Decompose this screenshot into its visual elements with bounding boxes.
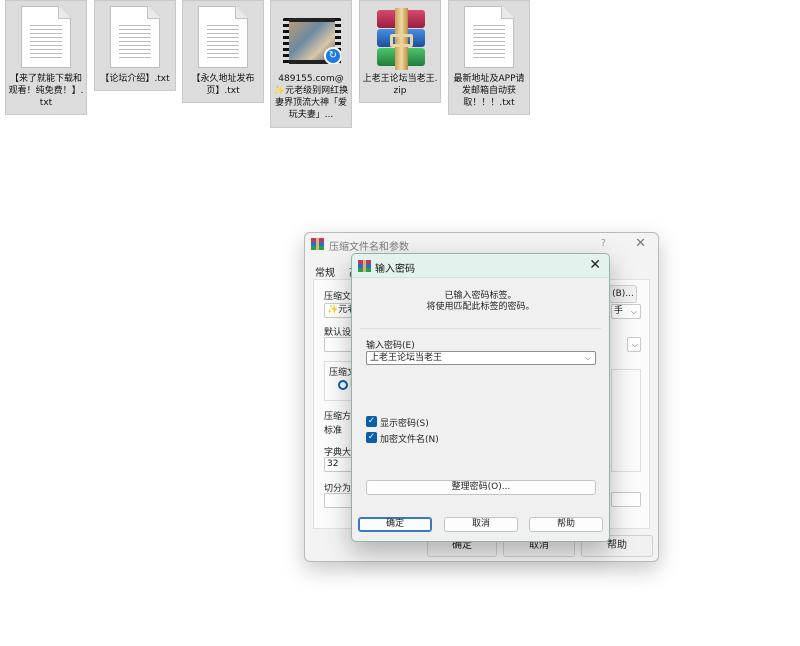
- file-label: 489155.com@✨元老级别网红换妻界顶流大神「爱玩夫妻」...: [273, 74, 349, 120]
- file-txt-download-free[interactable]: 【来了就能下载和观看！纯免费！】.txt: [5, 0, 87, 115]
- file-zip-archive[interactable]: 上老王论坛当老王.zip: [359, 0, 441, 103]
- show-password-label: 显示密码(S): [380, 419, 429, 429]
- file-txt-permanent-address[interactable]: 【永久地址发布页】.txt: [182, 0, 264, 103]
- file-txt-latest-address[interactable]: 最新地址及APP请发邮箱自动获取！！！.txt: [448, 0, 530, 115]
- txt-file-icon: [198, 6, 248, 68]
- tab-general[interactable]: 常规: [315, 264, 335, 279]
- organize-passwords-button[interactable]: 整理密码(O)...: [366, 480, 596, 495]
- dictionary-field[interactable]: 32: [324, 457, 354, 472]
- video-file-icon: ↻: [283, 6, 341, 68]
- password-dialog-title: 输入密码: [375, 264, 415, 275]
- close-icon[interactable]: ✕: [589, 257, 601, 273]
- desktop: 【来了就能下载和观看！纯免费！】.txt 【论坛介绍】.txt 【永久地址发布页…: [0, 0, 800, 646]
- winrar-icon: [358, 260, 371, 272]
- file-label: 【来了就能下载和观看！纯免费！】.txt: [8, 74, 84, 108]
- file-video[interactable]: ↻ 489155.com@✨元老级别网红换妻界顶流大神「爱玩夫妻」...: [270, 0, 352, 128]
- options-group: [611, 369, 641, 472]
- password-match-message: 将使用匹配此标签的密码。: [426, 302, 535, 312]
- password-dialog-titlebar: 输入密码 ✕: [352, 254, 609, 278]
- enter-password-dialog: 输入密码 ✕ 已输入密码标签。 将使用匹配此标签的密码。 输入密码(E) 上老王…: [351, 253, 610, 542]
- archive-name-field[interactable]: ✨元老: [324, 303, 354, 318]
- show-password-checkbox[interactable]: ✓: [366, 416, 377, 427]
- file-label: 【论坛介绍】.txt: [100, 74, 170, 84]
- sync-badge-icon: ↻: [324, 47, 341, 64]
- chevron-down-icon[interactable]: ⌵: [585, 352, 591, 364]
- update-mode-value: 手: [614, 306, 624, 316]
- divider: [360, 328, 601, 329]
- browse-button[interactable]: (B)...: [609, 285, 637, 303]
- txt-file-icon: [464, 6, 514, 68]
- method-value[interactable]: 标准: [324, 423, 342, 436]
- chevron-down-icon: ⌵: [631, 340, 638, 349]
- file-label: 最新地址及APP请发邮箱自动获取！！！.txt: [453, 74, 525, 108]
- encrypt-filenames-label: 加密文件名(N): [380, 435, 439, 445]
- file-label: 上老王论坛当老王.zip: [362, 74, 438, 96]
- winrar-icon: [311, 238, 324, 250]
- password-label: 输入密码(E): [366, 341, 415, 351]
- update-mode-select[interactable]: 手 ⌵: [611, 304, 641, 319]
- profile-select[interactable]: ⌵: [627, 337, 641, 352]
- format-radio[interactable]: [338, 380, 348, 390]
- help-icon[interactable]: ?: [601, 238, 606, 249]
- help-button[interactable]: 帮助: [529, 517, 603, 532]
- encrypt-filenames-checkbox[interactable]: ✓: [366, 432, 377, 443]
- password-value: 上老王论坛当老王: [370, 353, 443, 363]
- chevron-down-icon: ⌵: [630, 307, 637, 316]
- file-txt-forum-intro[interactable]: 【论坛介绍】.txt: [94, 0, 176, 91]
- file-label: 【永久地址发布页】.txt: [191, 74, 255, 96]
- split-unit-field[interactable]: [611, 492, 641, 507]
- close-icon[interactable]: ✕: [635, 236, 646, 251]
- winrar-archive-icon: [375, 6, 425, 70]
- split-field[interactable]: [324, 493, 354, 508]
- archive-dialog-title: 压缩文件名和参数: [329, 242, 409, 253]
- archive-dialog-titlebar: 压缩文件名和参数 ? ✕: [305, 233, 658, 255]
- profile-field[interactable]: [324, 337, 354, 352]
- txt-file-icon: [21, 6, 71, 68]
- password-combobox[interactable]: 上老王论坛当老王 ⌵: [366, 351, 596, 365]
- ok-button[interactable]: 确定: [358, 517, 432, 532]
- txt-file-icon: [110, 6, 160, 68]
- cancel-button[interactable]: 取消: [444, 517, 518, 532]
